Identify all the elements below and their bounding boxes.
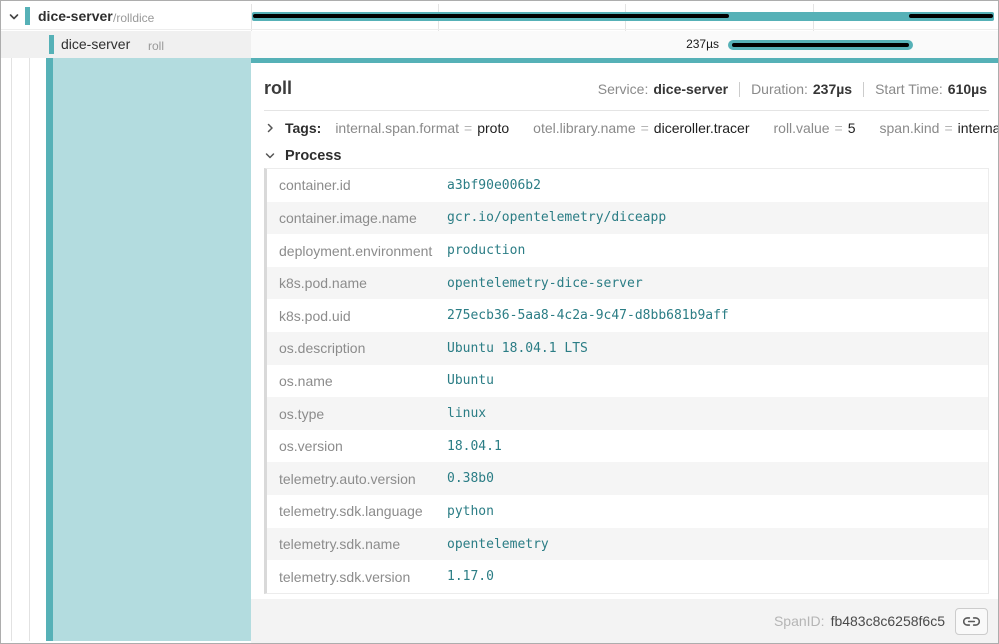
link-icon	[963, 613, 980, 630]
detail-header: roll Service: dice-server Duration: 237µ…	[251, 63, 998, 110]
copy-link-button[interactable]	[955, 608, 988, 635]
table-row: telemetry.sdk.nameopentelemetry	[267, 528, 988, 561]
tag-value: 5	[848, 120, 856, 136]
timeline-rows: dice-server /rolldice dice-server roll 2…	[1, 1, 998, 58]
table-row: os.nameUbuntu	[267, 365, 988, 398]
indent-guide	[29, 58, 30, 641]
detail-accent-bar	[46, 58, 53, 641]
start-time-label: Start Time:	[875, 81, 943, 97]
process-key: deployment.environment	[267, 243, 447, 259]
tag-key: roll.value	[774, 120, 830, 136]
table-row: os.version18.04.1	[267, 430, 988, 463]
process-key: container.id	[267, 177, 447, 193]
process-key: os.description	[267, 340, 447, 356]
tag-equals: =	[464, 120, 472, 136]
process-key: telemetry.sdk.version	[267, 569, 447, 585]
process-value: 0.38b0	[447, 471, 494, 486]
chevron-down-icon[interactable]	[8, 11, 20, 23]
process-value: 18.04.1	[447, 439, 502, 454]
tags-accordion[interactable]: Tags: internal.span.format = proto otel.…	[251, 111, 998, 145]
duration-value: 237µs	[813, 81, 852, 97]
operation-name: roll	[148, 39, 164, 53]
span-row-roll[interactable]: dice-server roll 237µs	[1, 31, 998, 58]
self-time-segment	[909, 14, 993, 18]
process-value: production	[447, 243, 525, 258]
process-value: opentelemetry	[447, 537, 549, 552]
meta-divider	[739, 82, 740, 97]
span-row-rolldice[interactable]: dice-server /rolldice	[1, 4, 998, 30]
process-value: a3bf90e006b2	[447, 178, 541, 193]
operation-name: /rolldice	[113, 11, 154, 25]
tag-equals: =	[944, 120, 952, 136]
table-row: os.typelinux	[267, 397, 988, 430]
service-value: dice-server	[653, 81, 728, 97]
table-row: telemetry.auto.version0.38b0	[267, 462, 988, 495]
tag-value: proto	[477, 120, 509, 136]
process-table: container.ida3bf90e006b2 container.image…	[264, 168, 989, 594]
duration-label: Duration:	[751, 81, 808, 97]
tag-value: internal	[958, 120, 999, 136]
process-value: 1.17.0	[447, 569, 494, 584]
tag-value: diceroller.tracer	[654, 120, 750, 136]
span-detail-area: roll Service: dice-server Duration: 237µ…	[1, 58, 998, 643]
span-duration-label: 237µs	[251, 37, 719, 51]
span-title: roll	[264, 78, 292, 99]
detail-footer: SpanID: fb483c8c6258f6c5	[251, 599, 998, 643]
table-row: k8s.pod.nameopentelemetry-dice-server	[267, 267, 988, 300]
process-key: container.image.name	[267, 210, 447, 226]
span-bar-rolldice[interactable]	[252, 12, 994, 21]
table-row: container.ida3bf90e006b2	[267, 169, 988, 202]
span-color-bar	[25, 7, 30, 25]
start-time-value: 610µs	[948, 81, 987, 97]
chevron-down-icon[interactable]	[264, 150, 276, 162]
process-value: 275ecb36-5aa8-4c2a-9c47-d8bb681b9aff	[447, 308, 729, 323]
tag-equals: =	[641, 120, 649, 136]
self-time-segment	[732, 43, 909, 47]
table-row: container.image.namegcr.io/opentelemetry…	[267, 202, 988, 235]
span-bar-roll[interactable]	[728, 40, 913, 50]
process-key: os.version	[267, 438, 447, 454]
span-detail-card: roll Service: dice-server Duration: 237µ…	[251, 58, 998, 643]
process-value: opentelemetry-dice-server	[447, 276, 643, 291]
tags-label: Tags:	[285, 120, 321, 136]
table-row: deployment.environmentproduction	[267, 234, 988, 267]
table-row: telemetry.sdk.version1.17.0	[267, 560, 988, 593]
spanid-value: fb483c8c6258f6c5	[831, 613, 945, 629]
spanid-label: SpanID:	[774, 613, 825, 629]
tag-key: otel.library.name	[533, 120, 635, 136]
span-color-bar	[49, 35, 54, 54]
self-time-segment	[253, 14, 729, 18]
process-key: telemetry.sdk.name	[267, 536, 447, 552]
process-value: gcr.io/opentelemetry/diceapp	[447, 210, 666, 225]
service-name: dice-server	[61, 36, 130, 52]
process-label: Process	[285, 148, 341, 164]
tag-key: internal.span.format	[335, 120, 459, 136]
meta-divider	[863, 82, 864, 97]
process-value: linux	[447, 406, 486, 421]
trace-detail-window: dice-server /rolldice dice-server roll 2…	[0, 0, 999, 644]
process-key: telemetry.sdk.language	[267, 503, 447, 519]
process-key: os.type	[267, 406, 447, 422]
indent-guide	[11, 58, 12, 641]
tag-equals: =	[835, 120, 843, 136]
process-value: Ubuntu	[447, 373, 494, 388]
detail-accent-fill	[53, 58, 251, 641]
chevron-right-icon[interactable]	[264, 122, 276, 134]
process-key: k8s.pod.uid	[267, 308, 447, 324]
tag-key: span.kind	[880, 120, 940, 136]
span-name-column[interactable]: dice-server /rolldice	[1, 4, 251, 29]
service-label: Service:	[598, 81, 649, 97]
process-key: k8s.pod.name	[267, 275, 447, 291]
table-row: telemetry.sdk.languagepython	[267, 495, 988, 528]
process-value: python	[447, 504, 494, 519]
span-meta: Service: dice-server Duration: 237µs Sta…	[598, 81, 987, 97]
table-row: k8s.pod.uid275ecb36-5aa8-4c2a-9c47-d8bb6…	[267, 299, 988, 332]
process-accordion[interactable]: Process	[251, 145, 998, 167]
process-key: os.name	[267, 373, 447, 389]
service-name: dice-server	[38, 8, 113, 24]
table-row: os.descriptionUbuntu 18.04.1 LTS	[267, 332, 988, 365]
span-name-column[interactable]: dice-server roll	[1, 31, 251, 58]
process-key: telemetry.auto.version	[267, 471, 447, 487]
process-value: Ubuntu 18.04.1 LTS	[447, 341, 588, 356]
